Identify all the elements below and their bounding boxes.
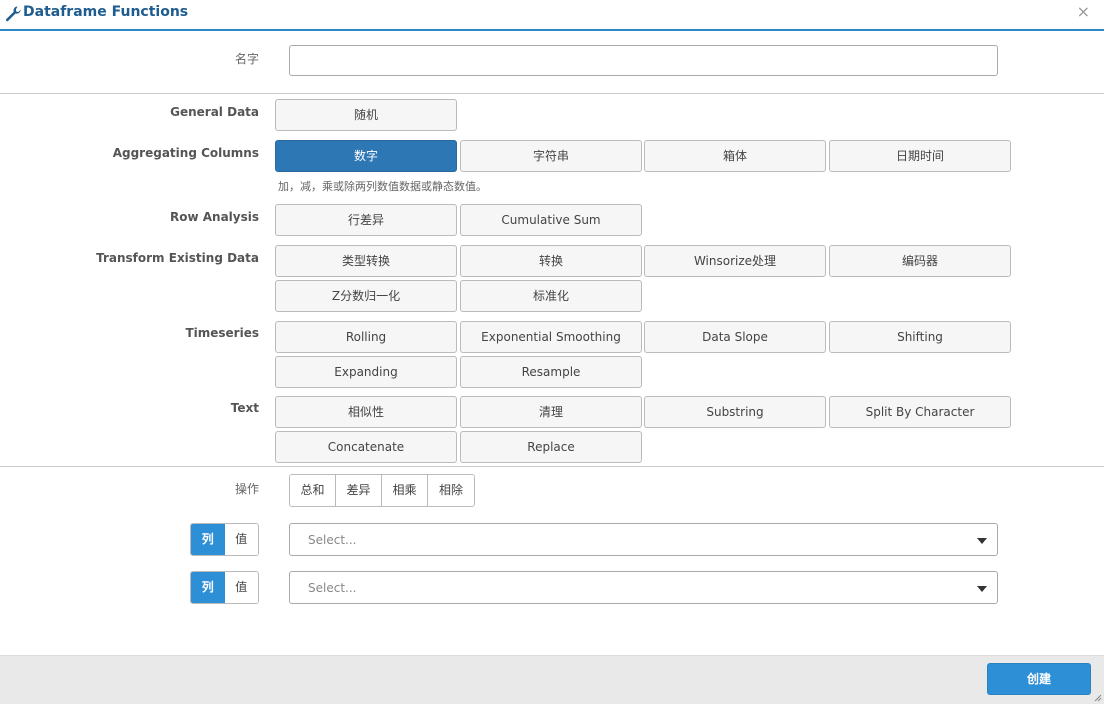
operand-1-value-toggle[interactable]: 值 (224, 524, 258, 555)
split-by-character-button[interactable]: Split By Character (829, 396, 1011, 428)
op-divide-button[interactable]: 相除 (428, 475, 474, 506)
divider (0, 466, 1104, 467)
aggregating-description: 加，减，乘或除两列数值数据或静态数值。 (278, 180, 487, 193)
bins-button[interactable]: 箱体 (644, 140, 826, 172)
operand-1-select[interactable]: Select... (289, 523, 998, 556)
standardize-button[interactable]: 标准化 (460, 280, 642, 312)
cumulative-sum-button[interactable]: Cumulative Sum (460, 204, 642, 236)
close-icon[interactable]: × (1077, 3, 1090, 21)
name-label: 名字 (234, 52, 259, 66)
random-button[interactable]: 随机 (275, 99, 457, 131)
similarity-button[interactable]: 相似性 (275, 396, 457, 428)
rolling-button[interactable]: Rolling (275, 321, 457, 353)
create-button[interactable]: 创建 (987, 663, 1091, 695)
operand-1-column-toggle[interactable]: 列 (191, 524, 225, 555)
op-sum-button[interactable]: 总和 (290, 475, 336, 506)
aggregating-columns-label: Aggregating Columns (112, 146, 259, 160)
operand-2-column-toggle[interactable]: 列 (191, 572, 225, 603)
operand-1-placeholder: Select... (308, 533, 357, 547)
op-difference-button[interactable]: 差异 (336, 475, 382, 506)
datetime-button[interactable]: 日期时间 (829, 140, 1011, 172)
zscore-button[interactable]: Z分数归一化 (275, 280, 457, 312)
encoder-button[interactable]: 编码器 (829, 245, 1011, 277)
resize-handle-icon[interactable] (1094, 694, 1102, 702)
op-multiply-button[interactable]: 相乘 (382, 475, 428, 506)
general-data-label: General Data (170, 105, 259, 119)
replace-button[interactable]: Replace (460, 431, 642, 463)
caret-down-icon (977, 586, 987, 592)
exponential-smoothing-button[interactable]: Exponential Smoothing (460, 321, 642, 353)
operand-2-type-toggle: 列 值 (190, 571, 259, 604)
dialog-footer (0, 655, 1104, 704)
dialog-header: Dataframe Functions × (0, 0, 1104, 31)
text-label: Text (230, 401, 259, 415)
type-conversion-button[interactable]: 类型转换 (275, 245, 457, 277)
transform-data-label: Transform Existing Data (96, 251, 259, 265)
substring-button[interactable]: Substring (644, 396, 826, 428)
divider (0, 93, 1104, 94)
operand-2-select[interactable]: Select... (289, 571, 998, 604)
name-input[interactable] (289, 45, 998, 76)
clean-button[interactable]: 清理 (460, 396, 642, 428)
operand-2-placeholder: Select... (308, 581, 357, 595)
timeseries-label: Timeseries (185, 326, 259, 340)
string-button[interactable]: 字符串 (460, 140, 642, 172)
operand-2-value-toggle[interactable]: 值 (224, 572, 258, 603)
row-analysis-label: Row Analysis (169, 210, 259, 224)
transform-button[interactable]: 转换 (460, 245, 642, 277)
operation-label: 操作 (234, 482, 259, 496)
concatenate-button[interactable]: Concatenate (275, 431, 457, 463)
operand-1-type-toggle: 列 值 (190, 523, 259, 556)
resample-button[interactable]: Resample (460, 356, 642, 388)
data-slope-button[interactable]: Data Slope (644, 321, 826, 353)
shifting-button[interactable]: Shifting (829, 321, 1011, 353)
row-diff-button[interactable]: 行差异 (275, 204, 457, 236)
winsorize-button[interactable]: Winsorize处理 (644, 245, 826, 277)
wrench-icon (5, 6, 21, 22)
operation-button-group: 总和 差异 相乘 相除 (289, 474, 475, 507)
caret-down-icon (977, 538, 987, 544)
dialog-title: Dataframe Functions (23, 4, 189, 20)
expanding-button[interactable]: Expanding (275, 356, 457, 388)
numeric-button[interactable]: 数字 (275, 140, 457, 172)
